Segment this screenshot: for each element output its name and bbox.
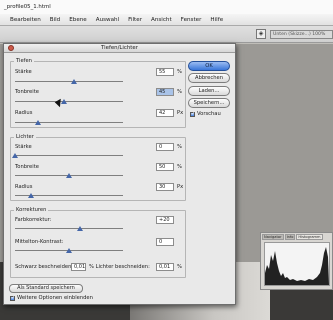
menu-hilfe[interactable]: Hilfe	[210, 17, 223, 23]
lichter-staerke-unit: %	[177, 144, 182, 150]
tiefen-staerke-unit: %	[177, 69, 182, 75]
menu-auswahl[interactable]: Auswahl	[96, 17, 119, 23]
menu-filter[interactable]: Filter	[128, 17, 142, 23]
tiefen-staerke-label: Stärke	[15, 69, 32, 75]
lichter-radius-input[interactable]: 30	[156, 183, 174, 191]
schwarz-beschneiden-input[interactable]: 0,01	[71, 263, 86, 271]
tool-preset-icon[interactable]: ◈	[256, 29, 266, 39]
vorschau-label: Vorschau	[197, 111, 221, 117]
menu-ansicht[interactable]: Ansicht	[151, 17, 172, 23]
farbkorrektur-input[interactable]: +20	[156, 216, 174, 224]
menu-bearbeiten[interactable]: Bearbeiten	[10, 17, 41, 23]
tab-navigator[interactable]: Navigator	[262, 234, 284, 240]
tiefen-group: Tiefen Stärke 55 % Tonbreite 45 % Radius…	[10, 58, 186, 128]
lichter-radius-unit: Px	[177, 184, 184, 190]
menu-ebene[interactable]: Ebene	[69, 17, 87, 23]
korrekturen-label: Korrekturen	[14, 207, 49, 213]
ok-button[interactable]: OK	[188, 61, 230, 71]
close-button[interactable]	[8, 45, 14, 51]
abbrechen-button[interactable]: Abbrechen	[188, 73, 230, 83]
tiefen-tonbreite-input[interactable]: 45	[156, 88, 174, 96]
tiefen-radius-label: Radius	[15, 110, 33, 116]
tiefen-radius-unit: Px	[177, 110, 184, 116]
tiefen-lichter-dialog: Tiefen/Lichter Tiefen Stärke 55 % Tonbre…	[3, 43, 236, 305]
menu-fenster[interactable]: Fenster	[181, 17, 202, 23]
tiefen-staerke-track	[15, 81, 123, 82]
weitere-optionen-label: Weitere Optionen einblenden	[17, 295, 93, 301]
als-standard-speichern-button[interactable]: Als Standard speichern	[9, 284, 83, 293]
lichter-group: Lichter Stärke 0 % Tonbreite 50 % Radius…	[10, 134, 186, 201]
farbkorrektur-slider[interactable]	[76, 226, 83, 231]
lichter-beschneiden-unit: %	[177, 264, 182, 270]
lichter-staerke-slider[interactable]	[12, 153, 18, 158]
tiefen-staerke-input[interactable]: 55	[156, 68, 174, 76]
histogram-panel: Navigator Info Histogramm	[260, 232, 333, 290]
window-title: _profile05_1.html	[4, 4, 51, 10]
lichter-tonbreite-input[interactable]: 50	[156, 163, 174, 171]
menu-bar: Bearbeiten Bild Ebene Auswahl Filter Ans…	[0, 14, 333, 26]
schwarz-beschneiden-label: Schwarz beschneiden:	[15, 264, 74, 270]
window-titlebar: _profile05_1.html	[0, 0, 333, 14]
options-field[interactable]: Unten (Skizze...) 100%	[270, 30, 333, 39]
tab-info[interactable]: Info	[284, 234, 296, 240]
lichter-staerke-label: Stärke	[15, 144, 32, 150]
tiefen-staerke-slider[interactable]	[71, 79, 78, 84]
lichter-tonbreite-label: Tonbreite	[15, 164, 39, 170]
histogram-graph	[264, 242, 330, 286]
lichter-label: Lichter	[14, 134, 36, 140]
menu-bild[interactable]: Bild	[50, 17, 61, 23]
farbkorrektur-track	[15, 228, 123, 229]
speichern-button[interactable]: Speichern...	[188, 98, 230, 108]
options-bar: ◈ Unten (Skizze...) 100%	[0, 26, 333, 43]
korrekturen-group: Korrekturen Farbkorrektur: +20 Mittelton…	[10, 207, 186, 278]
lichter-beschneiden-input[interactable]: 0,01	[156, 263, 174, 271]
histogram-curve	[265, 247, 329, 285]
dialog-title: Tiefen/Lichter	[4, 44, 235, 53]
mitteltonkontrast-label: Mittelton-Kontrast:	[15, 239, 64, 245]
tiefen-tonbreite-track	[15, 101, 123, 102]
lichter-radius-label: Radius	[15, 184, 33, 190]
lichter-radius-slider[interactable]	[28, 193, 35, 198]
weitere-optionen-checkbox[interactable]: ✓	[10, 296, 15, 301]
laden-button[interactable]: Laden...	[188, 86, 230, 96]
farbkorrektur-label: Farbkorrektur:	[15, 217, 52, 223]
lichter-staerke-input[interactable]: 0	[156, 143, 174, 151]
tiefen-tonbreite-unit: %	[177, 89, 182, 95]
mitteltonkontrast-input[interactable]: 0	[156, 238, 174, 246]
lichter-staerke-track	[15, 155, 123, 156]
lichter-beschneiden-label: % Lichter beschneiden:	[89, 264, 150, 270]
tiefen-radius-input[interactable]: 42	[156, 109, 174, 117]
vorschau-checkbox[interactable]: ✓	[190, 112, 195, 117]
tiefen-label: Tiefen	[14, 58, 34, 64]
mitteltonkontrast-slider[interactable]	[66, 248, 72, 253]
lichter-tonbreite-unit: %	[177, 164, 182, 170]
tiefen-radius-slider[interactable]	[34, 120, 41, 125]
tiefen-tonbreite-label: Tonbreite	[15, 89, 39, 95]
tab-histogramm[interactable]: Histogramm	[296, 234, 323, 240]
tiefen-radius-track	[15, 122, 123, 123]
lichter-tonbreite-slider[interactable]	[66, 173, 72, 178]
